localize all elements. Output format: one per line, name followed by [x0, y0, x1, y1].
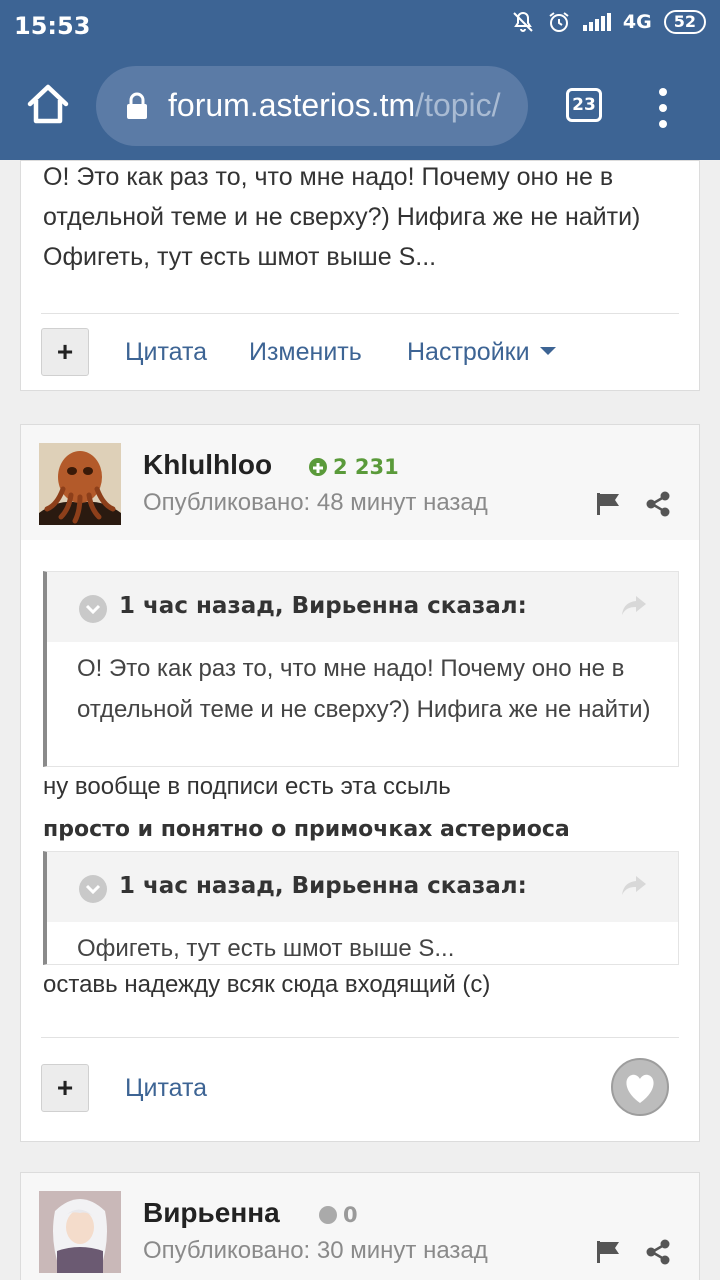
- url-domain: forum.asterios.tm: [168, 87, 416, 123]
- flag-icon[interactable]: [595, 1239, 621, 1265]
- reputation-badge: 0: [319, 1203, 358, 1227]
- avatar[interactable]: [39, 1191, 121, 1273]
- avatar[interactable]: [39, 443, 121, 525]
- post-card: Khlulhloo 2 231 Опубликовано: 48 минут н…: [20, 424, 700, 1142]
- quote-text: О! Это как раз то, что мне надо! Почему …: [77, 655, 651, 723]
- battery-icon: 52: [663, 10, 706, 34]
- multiquote-button[interactable]: +: [41, 1064, 89, 1112]
- quote-header[interactable]: 1 час назад, Вирьенна сказал:: [47, 572, 678, 642]
- lock-icon: [127, 92, 147, 119]
- settings-label: Настройки: [407, 338, 530, 366]
- status-icons: 4G 52: [511, 10, 706, 34]
- browser-toolbar: forum.asterios.tm/topic/ 23: [0, 50, 720, 160]
- heart-icon: [626, 1074, 654, 1103]
- share-icon[interactable]: [645, 1239, 671, 1265]
- post-card: О! Это как раз то, что мне надо! Почему …: [20, 160, 700, 391]
- settings-link[interactable]: Настройки: [407, 338, 556, 367]
- quote-link[interactable]: Цитата: [125, 1074, 207, 1103]
- post-text: оставь надежду всяк сюда входящий (с): [43, 971, 491, 998]
- alarm-icon: [549, 12, 569, 32]
- like-button[interactable]: [611, 1058, 669, 1116]
- post-text: О! Это как раз то, что мне надо! Почему …: [43, 163, 641, 271]
- more-menu-icon[interactable]: [656, 88, 670, 128]
- post-date: Опубликовано: 30 минут назад: [143, 1237, 488, 1264]
- post-actions: + Цитата: [41, 1037, 679, 1141]
- quote-link[interactable]: Цитата: [125, 338, 207, 367]
- network-type: 4G: [622, 11, 652, 33]
- post-author[interactable]: Вирьенна: [143, 1197, 280, 1229]
- url-text: forum.asterios.tm/topic/: [168, 87, 501, 124]
- quote-header[interactable]: 1 час назад, Вирьенна сказал:: [47, 852, 678, 922]
- mute-bell-icon: [513, 11, 533, 32]
- flag-icon[interactable]: [595, 491, 621, 517]
- neutral-dot-icon: [319, 1206, 337, 1224]
- quote-author: 1 час назад, Вирьенна сказал:: [119, 873, 527, 899]
- chevron-down-icon[interactable]: [79, 875, 107, 903]
- address-bar[interactable]: forum.asterios.tm/topic/: [96, 66, 528, 146]
- chevron-down-icon[interactable]: [79, 595, 107, 623]
- plus-circle-icon: [309, 458, 327, 476]
- reply-arrow-icon[interactable]: [620, 874, 648, 898]
- post-card: Вирьенна 0 Опубликовано: 30 минут назад: [20, 1172, 700, 1280]
- tab-switcher-button[interactable]: 23: [566, 88, 602, 122]
- edit-link[interactable]: Изменить: [249, 338, 362, 367]
- home-icon[interactable]: [24, 80, 72, 128]
- reputation-count: 2 231: [333, 455, 399, 479]
- post-header: Khlulhloo 2 231 Опубликовано: 48 минут н…: [21, 425, 699, 540]
- quote-text: Офигеть, тут есть шмот выше S...: [77, 935, 455, 962]
- reputation-badge: 2 231: [309, 455, 399, 479]
- signal-icon: [582, 13, 611, 31]
- reputation-count: 0: [343, 1203, 358, 1227]
- quote-block: 1 час назад, Вирьенна сказал: О! Это как…: [43, 571, 679, 767]
- quote-author: 1 час назад, Вирьенна сказал:: [119, 593, 527, 619]
- reply-arrow-icon[interactable]: [620, 594, 648, 618]
- multiquote-button[interactable]: +: [41, 328, 89, 376]
- post-text: ну вообще в подписи есть эта ссыль: [43, 773, 451, 800]
- post-header: Вирьенна 0 Опубликовано: 30 минут назад: [21, 1173, 699, 1280]
- caret-down-icon: [539, 347, 556, 356]
- status-time: 15:53: [14, 12, 91, 40]
- url-path: /topic/: [415, 87, 501, 123]
- post-author[interactable]: Khlulhloo: [143, 449, 272, 481]
- post-date: Опубликовано: 48 минут назад: [143, 489, 488, 516]
- status-bar: 15:53 4G 52: [0, 0, 720, 50]
- signature-link[interactable]: просто и понятно о примочках астериоса: [43, 817, 570, 842]
- quote-block: 1 час назад, Вирьенна сказал: Офигеть, т…: [43, 851, 679, 965]
- post-actions: + Цитата Изменить Настройки: [41, 313, 679, 391]
- share-icon[interactable]: [645, 491, 671, 517]
